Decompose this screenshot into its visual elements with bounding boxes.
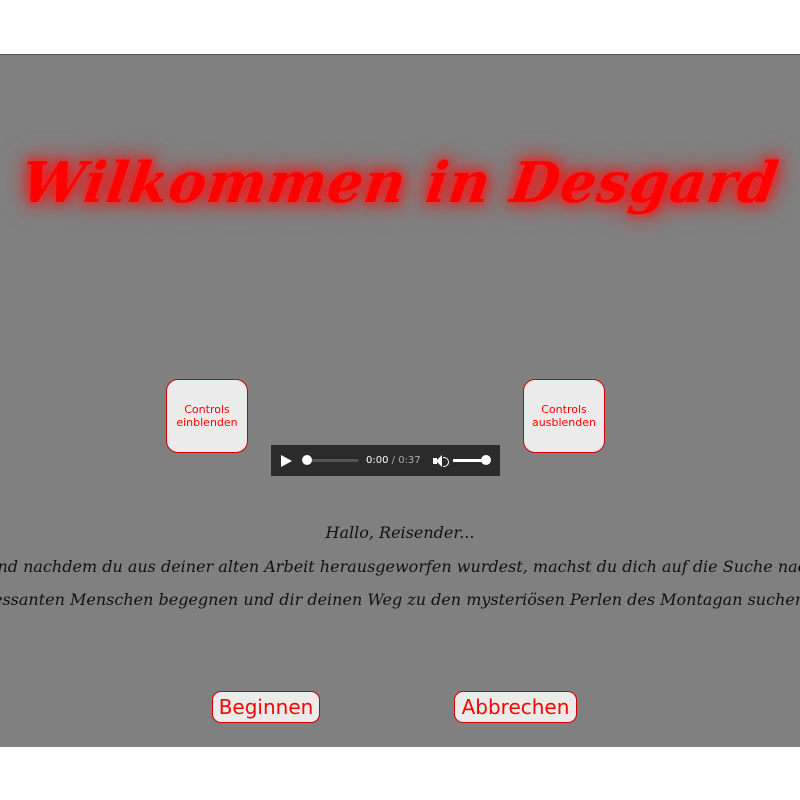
speaker-icon[interactable] xyxy=(432,454,449,468)
audio-player[interactable]: 0:00 / 0:37 xyxy=(271,445,500,476)
cancel-button[interactable]: Abbrechen xyxy=(454,691,577,723)
time-separator: / xyxy=(388,455,399,466)
seek-bar[interactable] xyxy=(302,455,358,465)
volume-knob[interactable] xyxy=(480,455,491,465)
current-time: 0:00 xyxy=(366,455,389,466)
duration: 0:37 xyxy=(398,455,421,466)
seek-knob[interactable] xyxy=(302,455,312,465)
volume-slider[interactable] xyxy=(452,455,491,465)
play-icon[interactable] xyxy=(281,454,292,467)
story-line-1: Und nachdem du aus deiner alten Arbeit h… xyxy=(0,557,800,576)
time-display: 0:00 / 0:37 xyxy=(366,455,421,466)
story-line-2-text: interessanten Menschen begegnen und dir … xyxy=(0,590,800,609)
page-title: Wilkommen in Desgard xyxy=(17,150,783,216)
story-greeting: Hallo, Reisender... xyxy=(325,523,475,542)
show-controls-button[interactable]: Controls einblenden xyxy=(166,379,248,453)
game-stage: Wilkommen in Desgard Controls einblenden… xyxy=(0,54,800,747)
story-line-1-text: Und nachdem du aus deiner alten Arbeit h… xyxy=(0,557,800,576)
hide-controls-button[interactable]: Controls ausblenden xyxy=(523,379,605,453)
story-line-2: interessanten Menschen begegnen und dir … xyxy=(0,590,800,609)
begin-button[interactable]: Beginnen xyxy=(212,691,320,723)
